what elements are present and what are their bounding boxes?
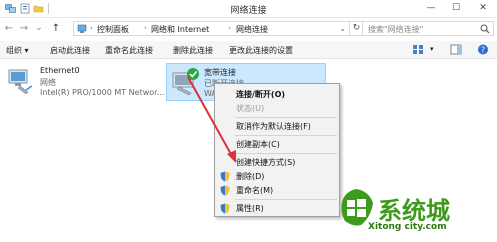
menu-item-label: 连接/断开(O)	[236, 90, 286, 99]
minimize-button[interactable]: —	[420, 0, 442, 17]
address-bar[interactable]: › 控制面板 › 网络和 Internet › 网络连接 ⌄	[73, 21, 350, 36]
start-connection-button[interactable]: 启动此连接	[50, 45, 90, 56]
menu-item-label: 重命名(M)	[236, 186, 274, 195]
preview-pane-icon[interactable]	[450, 44, 462, 55]
watermark-name: 系统城	[378, 197, 450, 225]
menu-separator	[235, 199, 337, 200]
change-view-icon[interactable]	[412, 44, 424, 55]
forward-button[interactable]: →	[18, 23, 30, 34]
help-icon[interactable]: ?	[477, 44, 489, 55]
adapter-ethernet0[interactable]: Ethernet0 网络 Intel(R) PRO/1000 MT Networ…	[0, 62, 165, 102]
menu-separator	[235, 117, 337, 118]
svg-text:?: ?	[481, 46, 485, 55]
breadcrumb-control-panel[interactable]: 控制面板	[97, 24, 129, 35]
broadband-adapter-icon	[172, 68, 199, 96]
ethernet-adapter-icon	[8, 69, 33, 95]
menu-item-label: 创建快捷方式(S)	[236, 158, 296, 167]
menu-item-label: 状态(U)	[236, 104, 265, 113]
breadcrumb-network-connections[interactable]: 网络连接	[236, 24, 268, 35]
menu-item-properties[interactable]: 属性(R)	[215, 201, 339, 215]
breadcrumb-separator-icon: ›	[144, 24, 147, 32]
rename-connection-button[interactable]: 重命名此连接	[105, 45, 153, 56]
address-row: ← → ⌄ ↑ › 控制面板 › 网络和 Internet › 网络连接 ⌄ ↻…	[0, 18, 497, 40]
menu-item-cancel-default[interactable]: 取消作为默认连接(F)	[215, 119, 339, 133]
menu-item-create-copy[interactable]: 创建副本(C)	[215, 137, 339, 151]
uac-shield-icon	[220, 185, 230, 196]
menu-item-status[interactable]: 状态(U)	[215, 101, 339, 115]
recent-locations-button[interactable]: ⌄	[33, 23, 45, 33]
breadcrumb-separator-icon: ›	[90, 24, 93, 32]
delete-connection-button[interactable]: 删除此连接	[173, 45, 213, 56]
menu-item-connect-disconnect[interactable]: 连接/断开(O)	[215, 87, 339, 101]
uac-shield-icon	[220, 203, 230, 214]
menu-separator	[235, 135, 337, 136]
maximize-button[interactable]: ☐	[445, 0, 467, 17]
back-button[interactable]: ←	[3, 23, 15, 34]
up-button[interactable]: ↑	[50, 23, 62, 34]
close-button[interactable]: ✕	[472, 0, 494, 17]
adapter-name: 宽带连接	[204, 68, 236, 77]
menu-item-delete[interactable]: 删除(D)	[215, 169, 339, 183]
breadcrumb-network-and-internet[interactable]: 网络和 Internet	[151, 24, 209, 35]
search-icon[interactable]	[480, 24, 490, 34]
menu-item-label: 取消作为默认连接(F)	[236, 122, 311, 131]
adapter-device: Intel(R) PRO/1000 MT Networ...	[40, 88, 165, 97]
breadcrumb-separator-icon: ›	[228, 24, 231, 32]
adapter-name: Ethernet0	[40, 66, 80, 75]
watermark-url: Xitong city.com	[368, 222, 447, 232]
uac-shield-icon	[220, 171, 230, 182]
search-box[interactable]: 搜索"网络连接"	[362, 21, 494, 36]
title-bar: 网络连接 — ☐ ✕	[0, 0, 497, 18]
adapter-network: 网络	[40, 78, 56, 87]
address-dropdown-icon[interactable]: ⌄	[339, 24, 346, 33]
context-menu: 连接/断开(O) 状态(U) 取消作为默认连接(F) 创建副本(C) 创建快捷方…	[214, 83, 340, 217]
menu-item-label: 创建副本(C)	[236, 140, 280, 149]
menu-separator	[235, 153, 337, 154]
view-options-dropdown-icon[interactable]: ▾	[430, 45, 434, 53]
menu-item-label: 属性(R)	[236, 204, 264, 213]
change-connection-settings-button[interactable]: 更改此连接的设置	[229, 45, 293, 56]
search-placeholder: 搜索"网络连接"	[368, 25, 424, 34]
command-bar: 组织 ▾ 启动此连接 重命名此连接 删除此连接 更改此连接的设置 ▾ ?	[0, 41, 497, 59]
menu-item-label: 删除(D)	[236, 172, 265, 181]
organize-menu[interactable]: 组织 ▾	[6, 45, 29, 56]
menu-item-rename[interactable]: 重命名(M)	[215, 183, 339, 197]
menu-item-create-shortcut[interactable]: 创建快捷方式(S)	[215, 155, 339, 169]
control-panel-icon	[77, 24, 87, 33]
